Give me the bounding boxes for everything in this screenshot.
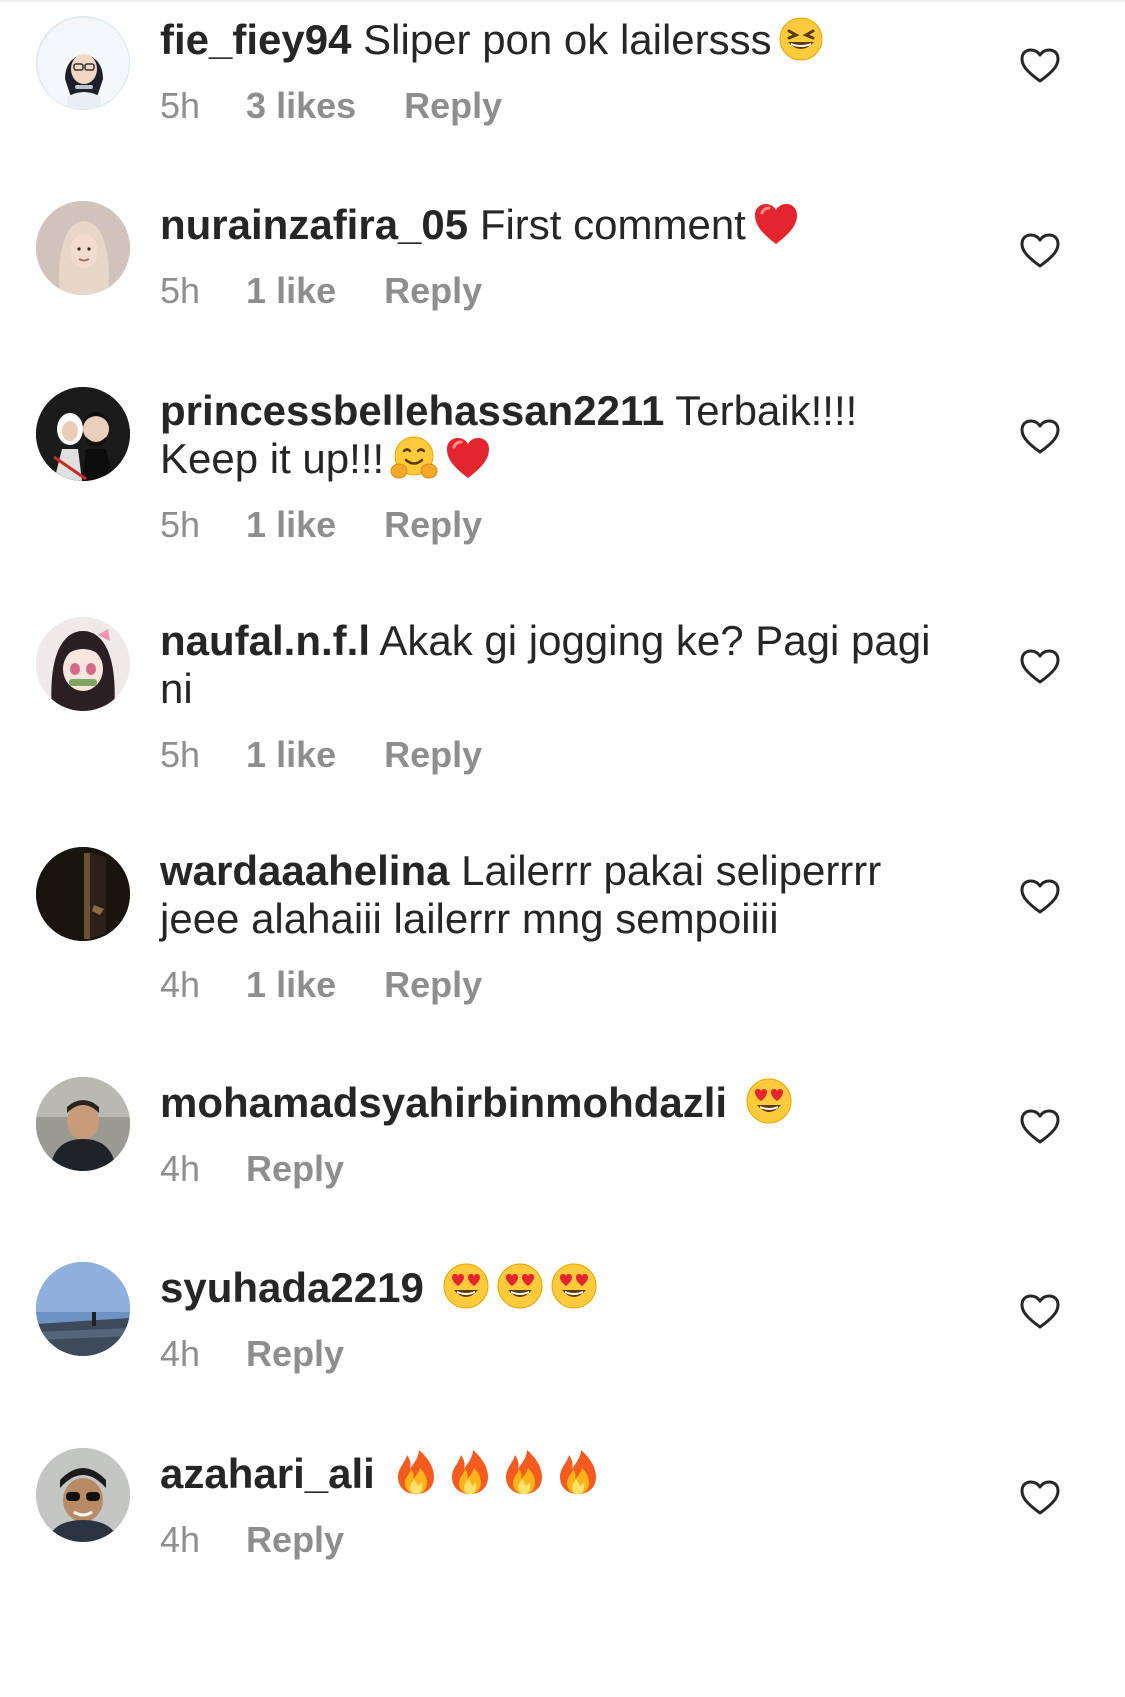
reply-button[interactable]: Reply (384, 271, 482, 311)
smiling-face-heart-eyes-icon (550, 1262, 598, 1310)
comment-username[interactable]: fie_fiey94 (160, 16, 351, 63)
like-heart-icon[interactable] (1020, 1294, 1060, 1330)
smiling-face-heart-eyes-icon (496, 1262, 544, 1310)
reply-button[interactable]: Reply (404, 86, 502, 126)
avatar[interactable] (36, 617, 130, 711)
avatar[interactable] (36, 16, 130, 110)
comment-username[interactable]: wardaaahelina (160, 847, 449, 894)
avatar[interactable] (36, 387, 130, 481)
comment-text: fie_fiey94 Sliper pon ok lailersss (160, 16, 960, 64)
comment-username[interactable]: nurainzafira_05 (160, 201, 468, 248)
comment-text: wardaaahelina Lailerrr pakai seliperrrr … (160, 847, 960, 943)
fire-icon (392, 1448, 440, 1496)
comment-timestamp: 4h (160, 964, 201, 1005)
comment-meta: 4h 1 like Reply (160, 965, 960, 1005)
reply-button[interactable]: Reply (384, 505, 482, 545)
comment-text: nurainzafira_05 First comment (160, 201, 960, 249)
comment-likes-count[interactable]: 3 likes (246, 86, 356, 126)
comment-username[interactable]: princessbellehassan2211 (160, 387, 664, 434)
comment-text: naufal.n.f.l Akak gi jogging ke? Pagi pa… (160, 617, 960, 713)
comment-text: azahari_ali (160, 1448, 960, 1498)
avatar[interactable] (36, 1262, 130, 1356)
comment-username[interactable]: azahari_ali (160, 1450, 375, 1497)
fire-icon (500, 1448, 548, 1496)
reply-button[interactable]: Reply (384, 735, 482, 775)
avatar[interactable] (36, 1448, 130, 1542)
comment-text: syuhada2219 (160, 1262, 960, 1312)
top-divider (0, 0, 1125, 2)
avatar[interactable] (36, 201, 130, 295)
comment-timestamp: 4h (160, 1148, 201, 1189)
comment-meta: 5h 1 like Reply (160, 735, 960, 775)
comment-meta: 5h 1 like Reply (160, 271, 960, 311)
reply-button[interactable]: Reply (246, 1334, 344, 1374)
like-heart-icon[interactable] (1020, 1109, 1060, 1145)
fire-icon (446, 1448, 494, 1496)
smiling-face-heart-eyes-icon (745, 1077, 793, 1125)
smiling-face-heart-eyes-icon (442, 1262, 490, 1310)
fire-icon (554, 1448, 602, 1496)
comment-text: princessbellehassan2211 Terbaik!!!! Keep… (160, 387, 960, 483)
comment-likes-count[interactable]: 1 like (246, 735, 336, 775)
comment-timestamp: 5h (160, 734, 201, 775)
comment-timestamp: 4h (160, 1519, 201, 1560)
red-heart-icon (752, 201, 800, 247)
comment-timestamp: 4h (160, 1333, 201, 1374)
like-heart-icon[interactable] (1020, 233, 1060, 269)
comment-meta: 5h 1 like Reply (160, 505, 960, 545)
comment-username[interactable]: naufal.n.f.l (160, 617, 370, 664)
reply-button[interactable]: Reply (384, 965, 482, 1005)
comment-body: First comment (479, 201, 746, 248)
comment-timestamp: 5h (160, 85, 201, 126)
comment-likes-count[interactable]: 1 like (246, 965, 336, 1005)
comment-meta: 4h Reply (160, 1520, 960, 1560)
comment-likes-count[interactable]: 1 like (246, 505, 336, 545)
comment-meta: 4h Reply (160, 1149, 960, 1189)
reply-button[interactable]: Reply (246, 1520, 344, 1560)
hugging-face-icon (390, 435, 438, 481)
comment-meta: 4h Reply (160, 1334, 960, 1374)
comment-username[interactable]: syuhada2219 (160, 1264, 424, 1311)
like-heart-icon[interactable] (1020, 48, 1060, 84)
grinning-squinting-face-icon (778, 16, 824, 62)
red-heart-icon (444, 435, 492, 481)
comment-text: mohamadsyahirbinmohdazli (160, 1077, 960, 1127)
comment-meta: 5h 3 likes Reply (160, 86, 960, 126)
avatar[interactable] (36, 847, 130, 941)
comment-timestamp: 5h (160, 270, 201, 311)
reply-button[interactable]: Reply (246, 1149, 344, 1189)
comment-likes-count[interactable]: 1 like (246, 271, 336, 311)
like-heart-icon[interactable] (1020, 879, 1060, 915)
like-heart-icon[interactable] (1020, 649, 1060, 685)
comment-username[interactable]: mohamadsyahirbinmohdazli (160, 1079, 727, 1126)
comment-body: Sliper pon ok lailersss (363, 16, 772, 63)
comment-timestamp: 5h (160, 504, 201, 545)
like-heart-icon[interactable] (1020, 1480, 1060, 1516)
avatar[interactable] (36, 1077, 130, 1171)
like-heart-icon[interactable] (1020, 419, 1060, 455)
